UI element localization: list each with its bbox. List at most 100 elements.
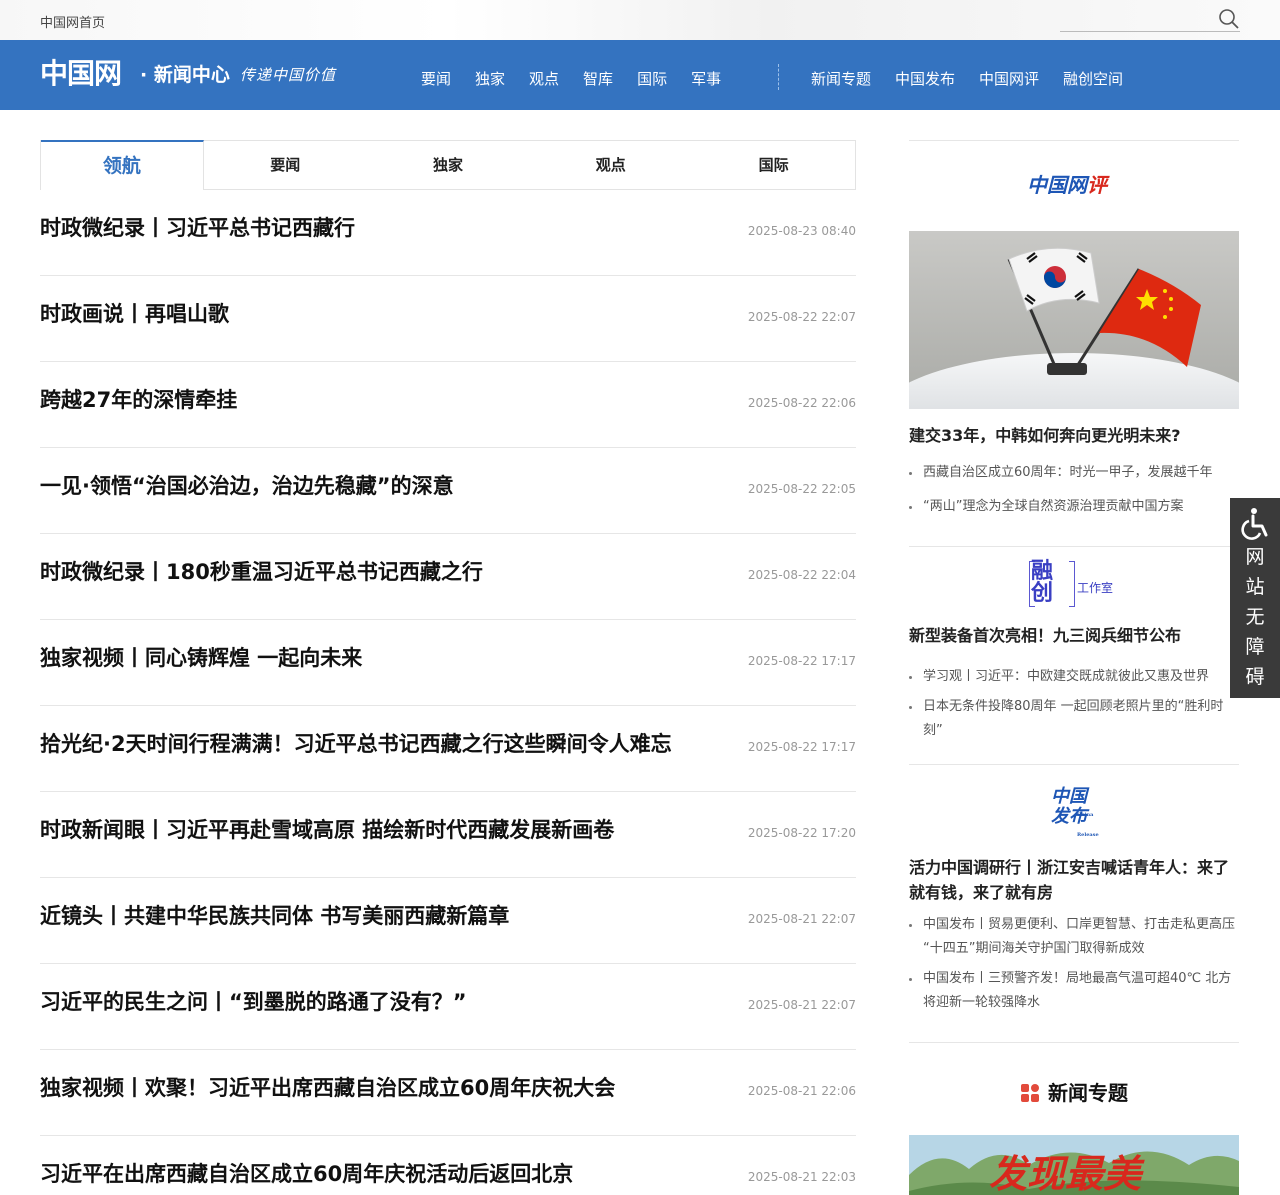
news-topic-banner-title: 发现最美 [989,1151,1142,1195]
main-nav: 中国网 · 新闻中心 传递中国价值 要闻 独家 观点 智库 国际 军事 新闻专题… [0,40,1280,110]
news-date: 2025-08-21 22:07 [747,998,856,1012]
news-title[interactable]: 时政新闻眼丨习近平再赴雪域高原 描绘新时代西藏发展新画卷 [40,814,614,844]
news-item: 习近平在出席西藏自治区成立60周年庆祝活动后返回北京 2025-08-21 22:… [40,1136,856,1195]
news-item: 时政画说丨再唱山歌 2025-08-22 22:07 [40,276,856,362]
news-date: 2025-08-22 17:20 [747,826,856,840]
china-release-links: 中国发布丨贸易更便利、口岸更智慧、打击走私更高压 “十四五”期间海关守护国门取得… [909,913,1239,1025]
news-title[interactable]: 时政画说丨再唱山歌 [40,298,229,328]
tab-yaowen[interactable]: 要闻 [204,141,367,189]
rongchuang-logo-text: 融创 [1031,559,1054,606]
nav-item-guandian[interactable]: 观点 [529,68,559,89]
news-item: 跨越27年的深情牵挂 2025-08-22 22:06 [40,362,856,448]
china-release-block: 中国发布 China Release 活力中国调研行丨浙江安吉喊话青年人：来了就… [909,764,1239,1042]
news-item: 独家视频丨欢聚！习近平出席西藏自治区成立60周年庆祝大会 2025-08-21 2… [40,1050,856,1136]
news-item: 拾光纪·2天时间行程满满！习近平总书记西藏之行这些瞬间令人难忘 2025-08-2… [40,706,856,792]
list-item[interactable]: 中国发布丨贸易更便利、口岸更智慧、打击走私更高压 “十四五”期间海关守护国门取得… [909,913,1239,961]
china-release-logo[interactable]: 中国发布 China Release [1051,787,1101,839]
news-title[interactable]: 时政微纪录丨习近平总书记西藏行 [40,212,355,242]
nav-divider [778,64,779,90]
nav-item-rongchuang[interactable]: 融创空间 [1063,68,1123,89]
news-item: 时政新闻眼丨习近平再赴雪域高原 描绘新时代西藏发展新画卷 2025-08-22 1… [40,792,856,878]
accessibility-label: 网站无障碍 [1245,546,1265,688]
tab-linghang[interactable]: 领航 [41,140,204,190]
news-date: 2025-08-22 22:04 [747,568,856,582]
news-date: 2025-08-21 22:06 [747,1084,856,1098]
tab-dujia[interactable]: 独家 [367,141,530,189]
list-item[interactable]: 西藏自治区成立60周年：时光一甲子，发展越千年 [909,461,1239,485]
news-date: 2025-08-21 22:07 [747,912,856,926]
news-topics-block: 新闻专题 发现最美 [909,1042,1239,1195]
news-title[interactable]: 近镜头丨共建中华民族共同体 书写美丽西藏新篇章 [40,900,509,930]
list-item[interactable]: 日本无条件投降80周年 一起回顾老照片里的“胜利时刻” [909,695,1239,743]
nav-item-news-topics[interactable]: 新闻专题 [811,68,871,89]
search-input[interactable] [1060,6,1210,30]
nav-menu-secondary: 新闻专题 中国发布 中国网评 融创空间 [811,68,1147,89]
sidebar: 中国网评 建交33年，中韩如何奔向更光明未来? 西藏自治区成立60周年：时光一甲… [909,140,1239,1195]
china-release-logo-en: China Release [1077,812,1099,838]
site-logo[interactable]: 中国网 · 新闻中心 传递中国价值 [40,48,340,100]
china-comment-block: 中国网评 建交33年，中韩如何奔向更光明未来? 西藏自治区成立60周年：时光一甲… [909,140,1239,546]
news-date: 2025-08-23 08:40 [747,224,856,238]
nav-item-yaowen[interactable]: 要闻 [421,68,451,89]
news-title[interactable]: 独家视频丨欢聚！习近平出席西藏自治区成立60周年庆祝大会 [40,1072,615,1102]
news-title[interactable]: 一见·领悟“治国必治边，治边先稳藏”的深意 [40,470,454,500]
news-item: 习近平的民生之问丨“到墨脱的路通了没有？” 2025-08-21 22:07 [40,964,856,1050]
rongchuang-headline[interactable]: 新型装备首次亮相！九三阅兵细节公布 [909,623,1181,648]
china-comment-links: 西藏自治区成立60周年：时光一甲子，发展越千年 “两山”理念为全球自然资源治理贡… [909,461,1239,529]
rongchuang-logo[interactable]: 融创 工作室 [1029,559,1121,609]
china-release-headline[interactable]: 活力中国调研行丨浙江安吉喊话青年人：来了就有钱，来了就有房 [909,855,1239,905]
nav-item-china-comment[interactable]: 中国网评 [979,68,1039,89]
news-title[interactable]: 独家视频丨同心铸辉煌 一起向未来 [40,642,362,672]
news-title[interactable]: 跨越27年的深情牵挂 [40,384,237,414]
news-title[interactable]: 习近平在出席西藏自治区成立60周年庆祝活动后返回北京 [40,1158,573,1188]
news-tabs: 领航 要闻 独家 观点 国际 [40,140,856,190]
tab-guandian[interactable]: 观点 [529,141,692,189]
news-item: 时政微纪录丨180秒重温习近平总书记西藏之行 2025-08-22 22:04 [40,534,856,620]
accessibility-widget[interactable]: 网站无障碍 [1230,498,1280,698]
home-link[interactable]: 中国网首页 [40,12,105,31]
list-item[interactable]: 学习观丨习近平：中欧建交既成就彼此又惠及世界 [909,665,1239,689]
nav-item-junshi[interactable]: 军事 [691,68,721,89]
search-box [1060,6,1240,32]
list-item[interactable]: 中国发布丨三预警齐发！局地最高气温可超40℃ 北方将迎新一轮较强降水 [909,967,1239,1015]
news-item: 时政微纪录丨习近平总书记西藏行 2025-08-23 08:40 [40,190,856,276]
china-comment-headline[interactable]: 建交33年，中韩如何奔向更光明未来? [909,423,1181,448]
wheelchair-icon [1241,508,1268,540]
china-comment-logo-main: 中国网 [1027,173,1087,197]
nav-item-dujia[interactable]: 独家 [475,68,505,89]
news-date: 2025-08-22 22:07 [747,310,856,324]
rongchuang-logo-subtext: 工作室 [1077,581,1114,595]
news-topics-heading[interactable]: 新闻专题 [909,1077,1239,1106]
news-item: 一见·领悟“治国必治边，治边先稳藏”的深意 2025-08-22 22:05 [40,448,856,534]
logo-mark: 中国网 [40,57,122,90]
news-date: 2025-08-22 22:05 [747,482,856,496]
china-comment-logo[interactable]: 中国网评 [1027,169,1107,198]
nav-item-zhiku[interactable]: 智库 [583,68,613,89]
tab-guoji[interactable]: 国际 [692,141,855,189]
nav-item-guoji[interactable]: 国际 [637,68,667,89]
news-title[interactable]: 习近平的民生之问丨“到墨脱的路通了没有？” [40,986,467,1016]
logo-slogan: 传递中国价值 [240,66,337,84]
rongchuang-block: 融创 工作室 新型装备首次亮相！九三阅兵细节公布 学习观丨习近平：中欧建交既成就… [909,546,1239,764]
search-icon[interactable] [1218,8,1240,30]
news-list: 时政微纪录丨习近平总书记西藏行 2025-08-23 08:40 时政画说丨再唱山… [40,190,856,1195]
news-item: 独家视频丨同心铸辉煌 一起向未来 2025-08-22 17:17 [40,620,856,706]
news-date: 2025-08-21 22:03 [747,1170,856,1184]
news-date: 2025-08-22 17:17 [747,740,856,754]
logo-bracket-right [1069,561,1075,607]
nav-menu-primary: 要闻 独家 观点 智库 国际 军事 [421,68,745,89]
news-topic-banner[interactable]: 发现最美 [909,1135,1239,1195]
news-item: 近镜头丨共建中华民族共同体 书写美丽西藏新篇章 2025-08-21 22:07 [40,878,856,964]
top-bar: 中国网首页 [0,0,1280,40]
nav-item-china-release[interactable]: 中国发布 [895,68,955,89]
news-title[interactable]: 时政微纪录丨180秒重温习近平总书记西藏之行 [40,556,483,586]
news-title[interactable]: 拾光纪·2天时间行程满满！习近平总书记西藏之行这些瞬间令人难忘 [40,728,672,758]
news-topics-label: 新闻专题 [1048,1081,1128,1105]
china-comment-logo-accent: 评 [1087,173,1107,197]
korea-china-flags-photo[interactable] [909,231,1239,409]
grid-icon [1021,1084,1039,1102]
news-date: 2025-08-22 17:17 [747,654,856,668]
list-item[interactable]: “两山”理念为全球自然资源治理贡献中国方案 [909,495,1239,519]
rongchuang-links: 学习观丨习近平：中欧建交既成就彼此又惠及世界 日本无条件投降80周年 一起回顾老… [909,665,1239,753]
logo-name: · 新闻中心 [140,64,230,86]
